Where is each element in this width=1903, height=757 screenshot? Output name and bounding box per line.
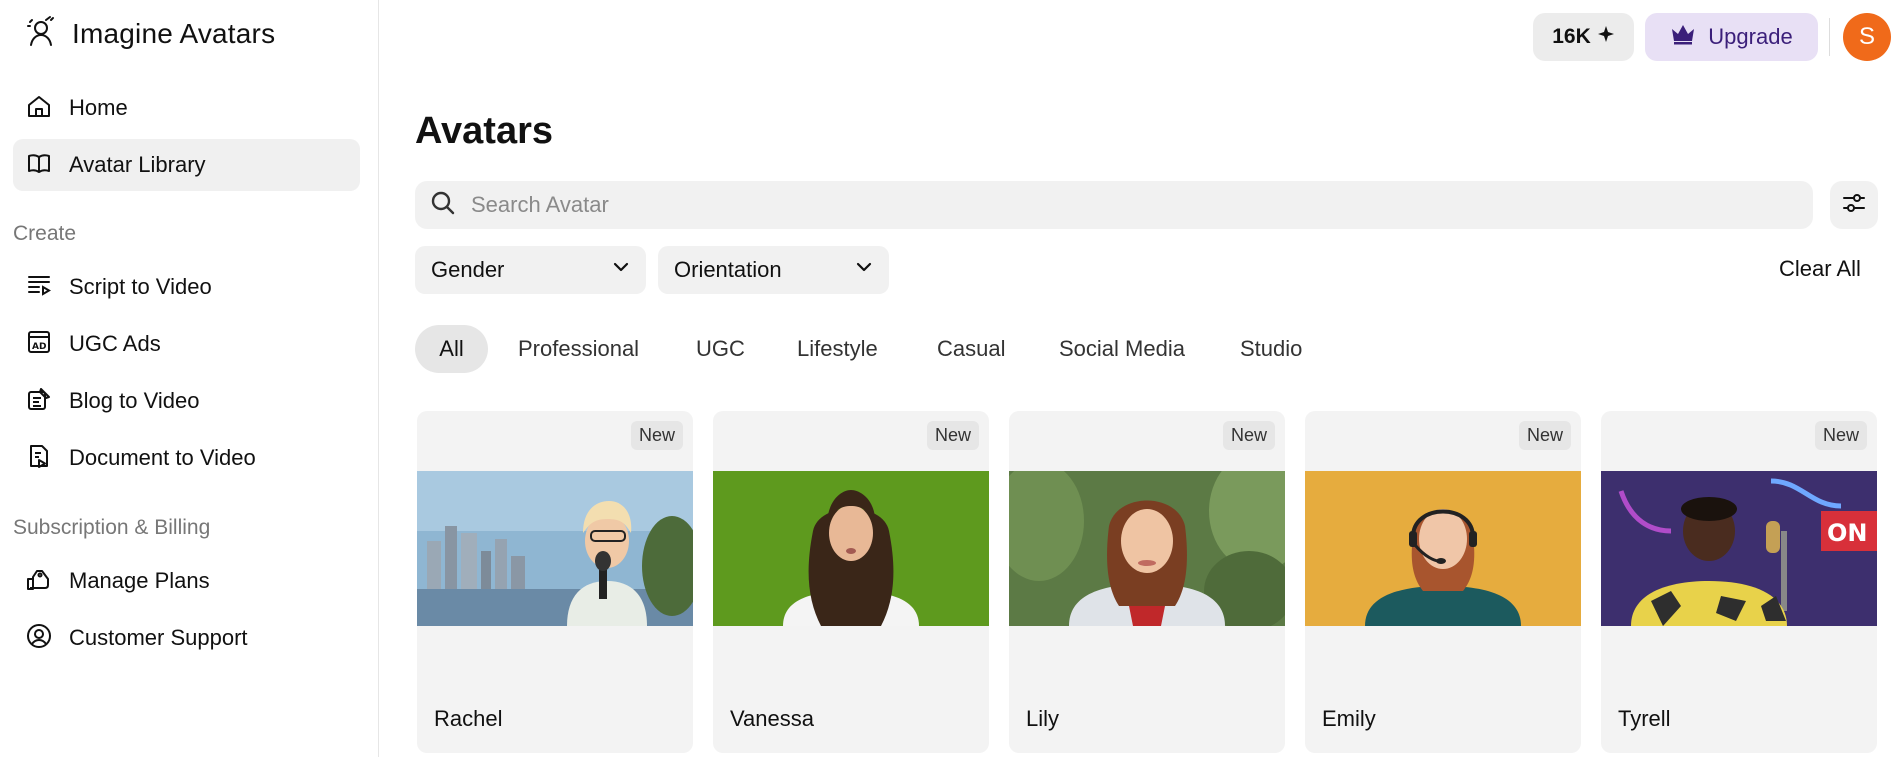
orientation-dropdown-label: Orientation xyxy=(674,257,782,282)
section-title-billing: Subscription & Billing xyxy=(13,516,211,539)
avatar-thumbnail xyxy=(417,471,693,626)
chevron-down-icon xyxy=(610,256,632,284)
sliders-icon xyxy=(1841,190,1867,221)
tag-hand-icon xyxy=(25,565,53,598)
new-badge: New xyxy=(630,421,683,450)
book-open-icon xyxy=(25,149,53,182)
brand-name: Imagine Avatars xyxy=(72,17,276,49)
sidebar-item-label: Document to Video xyxy=(69,445,256,470)
user-circle-icon xyxy=(25,622,53,655)
avatar-card[interactable]: New Vanessa xyxy=(713,411,989,753)
category-chip-lifestyle[interactable]: Lifestyle xyxy=(777,325,898,373)
category-chip-professional[interactable]: Professional xyxy=(498,325,659,373)
filter-settings-button[interactable] xyxy=(1830,181,1878,229)
avatar-name: Tyrell xyxy=(1618,706,1671,731)
search-icon xyxy=(429,189,457,222)
avatar-logo-icon xyxy=(24,14,58,53)
home-icon xyxy=(25,92,53,125)
category-chip-social-media[interactable]: Social Media xyxy=(1039,325,1205,373)
upgrade-label: Upgrade xyxy=(1708,24,1793,49)
section-title-create: Create xyxy=(13,222,77,245)
sidebar-item-home[interactable]: Home xyxy=(13,82,360,134)
app-root: Imagine Avatars Home Avatar Library Crea… xyxy=(0,0,1903,757)
search-input[interactable] xyxy=(471,192,1771,218)
document-play-icon xyxy=(25,442,53,475)
avatar-card[interactable]: New Lily xyxy=(1009,411,1285,753)
category-chip-casual[interactable]: Casual xyxy=(917,325,1025,373)
svg-text:AD: AD xyxy=(32,342,46,352)
clear-all-button[interactable]: Clear All xyxy=(1779,256,1861,282)
new-badge: New xyxy=(1222,421,1275,450)
avatar-name: Lily xyxy=(1026,706,1060,731)
avatar-card[interactable]: New Emily xyxy=(1305,411,1581,753)
blog-edit-icon xyxy=(25,385,53,418)
avatar-name: Vanessa xyxy=(730,706,814,731)
sidebar-item-blog-to-video[interactable]: Blog to Video xyxy=(13,375,360,427)
upgrade-button[interactable]: Upgrade xyxy=(1645,13,1818,61)
avatar-thumbnail: ON xyxy=(1601,471,1877,626)
sidebar-item-label: UGC Ads xyxy=(69,331,161,356)
gender-dropdown[interactable]: Gender xyxy=(415,246,646,294)
avatar-name: Emily xyxy=(1322,706,1376,731)
sidebar-item-label: Manage Plans xyxy=(69,568,210,593)
category-chip-studio[interactable]: Studio xyxy=(1220,325,1322,373)
sidebar-item-label: Blog to Video xyxy=(69,388,200,413)
sparkle-icon xyxy=(1597,25,1615,49)
script-lines-icon xyxy=(25,271,53,304)
sidebar: Imagine Avatars Home Avatar Library Crea… xyxy=(0,0,379,757)
avatar-card[interactable]: New ON Tyrell xyxy=(1601,411,1877,753)
sidebar-item-script-to-video[interactable]: Script to Video xyxy=(13,261,360,313)
sidebar-item-manage-plans[interactable]: Manage Plans xyxy=(13,555,360,607)
user-avatar[interactable]: S xyxy=(1843,13,1891,61)
orientation-dropdown[interactable]: Orientation xyxy=(658,246,889,294)
sidebar-item-label: Avatar Library xyxy=(69,152,206,177)
category-chip-all[interactable]: All xyxy=(415,325,488,373)
sidebar-item-document-to-video[interactable]: Document to Video xyxy=(13,432,360,484)
new-badge: New xyxy=(1518,421,1571,450)
sidebar-item-label: Customer Support xyxy=(69,625,248,650)
chevron-down-icon xyxy=(853,256,875,284)
sidebar-item-label: Home xyxy=(69,95,128,120)
page-title: Avatars xyxy=(415,110,554,152)
svg-text:ON: ON xyxy=(1827,519,1868,547)
sidebar-item-avatar-library[interactable]: Avatar Library xyxy=(13,139,360,191)
search-bar[interactable] xyxy=(415,181,1813,229)
avatar-card[interactable]: New Rachel xyxy=(417,411,693,753)
crown-icon xyxy=(1670,23,1696,51)
avatar-thumbnail xyxy=(1009,471,1285,626)
new-badge: New xyxy=(1814,421,1867,450)
avatar-name: Rachel xyxy=(434,706,503,731)
credits-badge[interactable]: 16K xyxy=(1533,13,1634,61)
sidebar-item-ugc-ads[interactable]: AD UGC Ads xyxy=(13,318,360,370)
credits-value: 16K xyxy=(1552,25,1591,48)
sidebar-item-customer-support[interactable]: Customer Support xyxy=(13,612,360,664)
topbar-divider xyxy=(1829,18,1830,56)
gender-dropdown-label: Gender xyxy=(431,257,505,282)
avatar-thumbnail xyxy=(713,471,989,626)
sidebar-item-label: Script to Video xyxy=(69,274,212,299)
new-badge: New xyxy=(926,421,979,450)
brand[interactable]: Imagine Avatars xyxy=(24,14,275,53)
ad-icon: AD xyxy=(25,328,53,361)
avatar-thumbnail xyxy=(1305,471,1581,626)
category-chip-ugc[interactable]: UGC xyxy=(676,325,765,373)
